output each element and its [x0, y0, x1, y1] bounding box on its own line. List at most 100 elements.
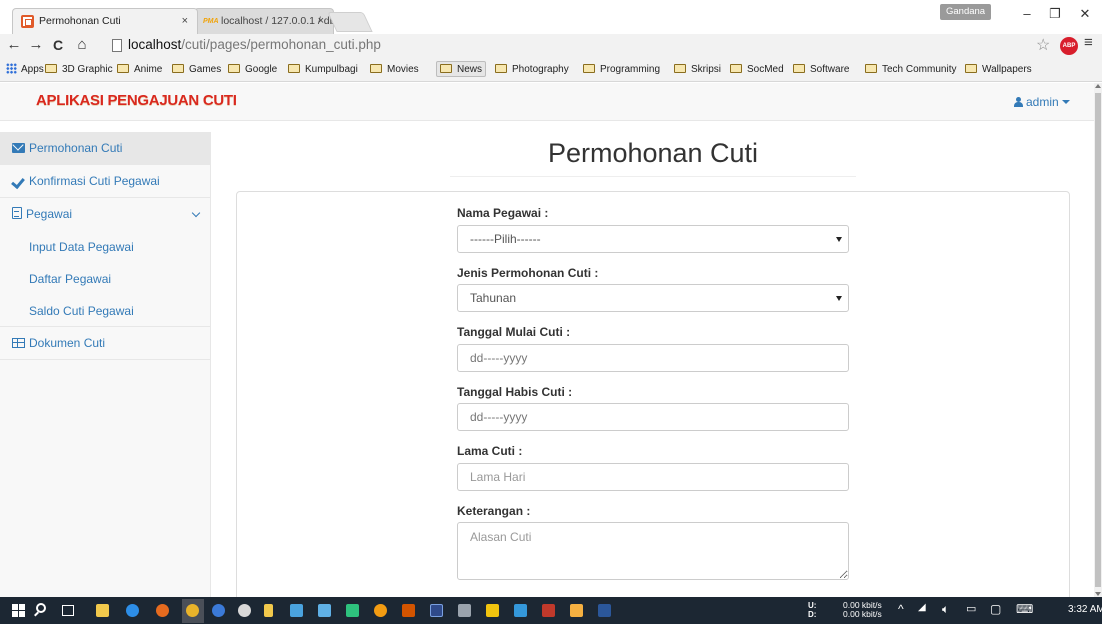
- chevron-up-icon[interactable]: ^: [898, 602, 904, 616]
- bookmark-movies[interactable]: Movies: [370, 62, 419, 78]
- bookmark-kumpulbagi[interactable]: Kumpulbagi: [288, 62, 358, 78]
- bookmark-wallpapers[interactable]: Wallpapers: [965, 62, 1032, 78]
- app-icon-2[interactable]: [238, 604, 251, 617]
- bookmark-google[interactable]: Google: [228, 62, 277, 78]
- sidebar-item-dokumen-cuti[interactable]: Dokumen Cuti: [0, 327, 211, 360]
- menu-icon[interactable]: ≡: [1084, 34, 1093, 51]
- keterangan-textarea[interactable]: [457, 522, 849, 580]
- url-text[interactable]: localhost/cuti/pages/permohonan_cuti.php: [128, 37, 381, 52]
- page-scrollbar[interactable]: [1094, 83, 1102, 597]
- close-icon[interactable]: ×: [318, 9, 324, 33]
- notification-icon[interactable]: ▢: [990, 602, 1001, 616]
- folder-icon: [288, 64, 300, 73]
- bookmark-software[interactable]: Software: [793, 62, 849, 78]
- sidebar-item-permohonan-cuti[interactable]: Permohonan Cuti: [0, 132, 211, 165]
- bookmark-tech-community[interactable]: Tech Community: [865, 62, 956, 78]
- sidebar-item-input-data-pegawai[interactable]: Input Data Pegawai: [0, 231, 211, 263]
- photoshop-icon[interactable]: [430, 604, 443, 617]
- tanggal-habis-label: Tanggal Habis Cuti :: [457, 385, 573, 399]
- bookmark-apps[interactable]: Apps: [6, 62, 44, 78]
- app-icon-8[interactable]: [458, 604, 471, 617]
- adblock-plus-icon[interactable]: ABP: [1060, 37, 1078, 55]
- bookmark-photography[interactable]: Photography: [495, 62, 569, 78]
- bookmark-skripsi[interactable]: Skripsi: [674, 62, 721, 78]
- firefox-icon[interactable]: [156, 604, 169, 617]
- dropdown-arrow-icon: [836, 296, 842, 301]
- bookmark-games[interactable]: Games: [172, 62, 221, 78]
- network-icon[interactable]: ◢: [918, 602, 926, 613]
- word-icon[interactable]: [598, 604, 611, 617]
- app-icon-11[interactable]: [542, 604, 555, 617]
- calendar-icon: [21, 15, 34, 28]
- sidebar-item-saldo-cuti-pegawai[interactable]: Saldo Cuti Pegawai: [0, 295, 211, 327]
- folder-icon: [45, 64, 57, 73]
- reload-icon[interactable]: C: [48, 36, 68, 54]
- bookmark-3d-graphic[interactable]: 3D Graphic: [45, 62, 113, 78]
- star-icon[interactable]: ☆: [1036, 35, 1050, 55]
- app-icon-6[interactable]: [374, 604, 387, 617]
- volume-icon[interactable]: 🔈︎: [942, 602, 949, 617]
- app-brand[interactable]: APLIKASI PENGAJUAN CUTI: [36, 92, 237, 109]
- user-menu[interactable]: admin: [1014, 95, 1070, 109]
- forward-icon[interactable]: →: [26, 36, 46, 54]
- task-view-icon[interactable]: [62, 605, 74, 616]
- folder-icon: [172, 64, 184, 73]
- restore-icon[interactable]: ❐: [1042, 6, 1068, 22]
- lightning-icon[interactable]: [264, 604, 273, 617]
- chrome-icon[interactable]: [186, 604, 199, 617]
- battery-icon[interactable]: ▭: [966, 602, 976, 615]
- app-navbar: APLIKASI PENGAJUAN CUTI admin: [0, 83, 1094, 121]
- close-icon[interactable]: ×: [182, 9, 188, 33]
- profile-badge[interactable]: Gandana: [940, 4, 992, 20]
- address-bar[interactable]: localhost/cuti/pages/permohonan_cuti.php: [112, 36, 1032, 55]
- lama-cuti-input[interactable]: [457, 463, 849, 491]
- caret-down-icon: [1061, 100, 1070, 104]
- home-icon[interactable]: ⌂: [72, 36, 92, 54]
- user-icon: [1014, 97, 1023, 107]
- app-icon-4[interactable]: [318, 604, 331, 617]
- close-window-icon[interactable]: ✕: [1072, 6, 1098, 22]
- app-icon-10[interactable]: [514, 604, 527, 617]
- edge-icon[interactable]: [126, 604, 139, 617]
- tab-permohonan-cuti[interactable]: Permohonan Cuti ×: [12, 8, 198, 34]
- bookmark-socmed[interactable]: SocMed: [730, 62, 784, 78]
- minimize-icon[interactable]: –: [1014, 6, 1040, 21]
- tab-title: Permohonan Cuti: [39, 15, 121, 27]
- jenis-cuti-select[interactable]: Tahunan: [457, 284, 849, 312]
- sidebar-item-daftar-pegawai[interactable]: Daftar Pegawai: [0, 263, 211, 295]
- file-icon: [12, 207, 22, 219]
- bookmark-news[interactable]: News: [436, 61, 487, 77]
- bookmark-programming[interactable]: Programming: [583, 62, 660, 78]
- tanggal-habis-input[interactable]: dd-----yyyy: [457, 403, 849, 431]
- scroll-up-icon[interactable]: [1095, 84, 1101, 88]
- app-icon-5[interactable]: [346, 604, 359, 617]
- sidebar-item-pegawai[interactable]: Pegawai: [0, 198, 211, 231]
- tanggal-mulai-input[interactable]: dd-----yyyy: [457, 344, 849, 372]
- sidebar-item-konfirmasi-cuti[interactable]: Konfirmasi Cuti Pegawai: [0, 165, 211, 198]
- app-icon-7[interactable]: [402, 604, 415, 617]
- search-icon[interactable]: [36, 603, 46, 613]
- folder-icon: [117, 64, 129, 73]
- taskbar-clock[interactable]: 3:32 AM: [1068, 604, 1102, 615]
- tab-phpmyadmin[interactable]: PMA localhost / 127.0.0.1 / db_ ×: [194, 8, 341, 34]
- folder-icon: [730, 64, 742, 73]
- keyboard-icon[interactable]: ⌨︎: [1016, 602, 1033, 616]
- app-icon-9[interactable]: [486, 604, 499, 617]
- folder-icon: [674, 64, 686, 73]
- page-icon: [112, 39, 122, 52]
- scroll-down-icon[interactable]: [1095, 592, 1101, 596]
- windows-start-icon[interactable]: [12, 604, 25, 617]
- folder-icon: [865, 64, 877, 73]
- scroll-thumb[interactable]: [1095, 93, 1101, 587]
- sidebar: Permohonan Cuti Konfirmasi Cuti Pegawai …: [0, 132, 211, 597]
- app-icon-12[interactable]: [570, 604, 583, 617]
- app-icon-1[interactable]: [212, 604, 225, 617]
- file-explorer-icon[interactable]: [96, 604, 109, 617]
- bookmark-anime[interactable]: Anime: [117, 62, 162, 78]
- app-icon-3[interactable]: [290, 604, 303, 617]
- table-icon: [12, 338, 25, 348]
- check-icon: [12, 176, 25, 186]
- nama-pegawai-select[interactable]: ------Pilih------: [457, 225, 849, 253]
- back-icon[interactable]: ←: [4, 36, 24, 54]
- lama-cuti-label: Lama Cuti :: [457, 444, 523, 458]
